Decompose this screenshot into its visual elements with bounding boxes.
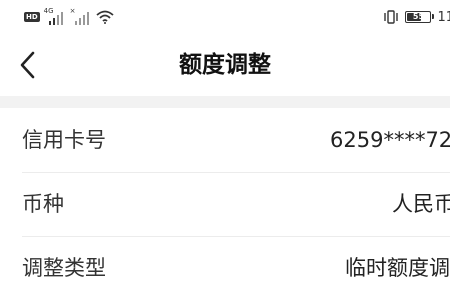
adjust-type-value: 临时额度调 bbox=[345, 253, 450, 283]
card-number-label: 信用卡号 bbox=[22, 128, 106, 152]
adjust-type-row[interactable]: 调整类型 临时额度调 bbox=[0, 236, 450, 300]
battery-icon: 55 bbox=[405, 11, 435, 23]
adjust-type-label: 调整类型 bbox=[22, 256, 106, 280]
section-divider bbox=[0, 96, 450, 108]
currency-label: 币种 bbox=[22, 192, 64, 216]
battery-level: 55 bbox=[412, 12, 425, 21]
card-number-value: 6259****72 bbox=[330, 125, 450, 155]
page-title: 额度调整 bbox=[179, 52, 271, 78]
status-bar-left: HD 4G × bbox=[24, 7, 114, 27]
nav-bar: 额度调整 bbox=[0, 34, 450, 96]
vibrate-icon bbox=[384, 10, 399, 24]
cellular-signal-2-icon: × bbox=[70, 7, 92, 25]
card-number-text: 6259****72 bbox=[330, 128, 450, 152]
cellular-signal-1-icon: 4G bbox=[44, 7, 66, 25]
status-bar-right: 55 11 bbox=[383, 7, 450, 27]
currency-text: 人民币 bbox=[392, 192, 450, 216]
status-bar: HD 4G × 55 11 bbox=[0, 0, 450, 34]
currency-value: 人民币 bbox=[392, 189, 450, 219]
card-number-row: 信用卡号 6259****72 bbox=[0, 108, 450, 172]
wifi-icon bbox=[96, 10, 114, 24]
clock: 11 bbox=[437, 9, 450, 25]
hd-badge: HD bbox=[24, 12, 40, 22]
currency-row: 币种 人民币 bbox=[0, 172, 450, 236]
info-list: 信用卡号 6259****72 币种 人民币 调整类型 临时额度调 bbox=[0, 108, 450, 300]
adjust-type-text: 临时额度调 bbox=[345, 256, 450, 280]
